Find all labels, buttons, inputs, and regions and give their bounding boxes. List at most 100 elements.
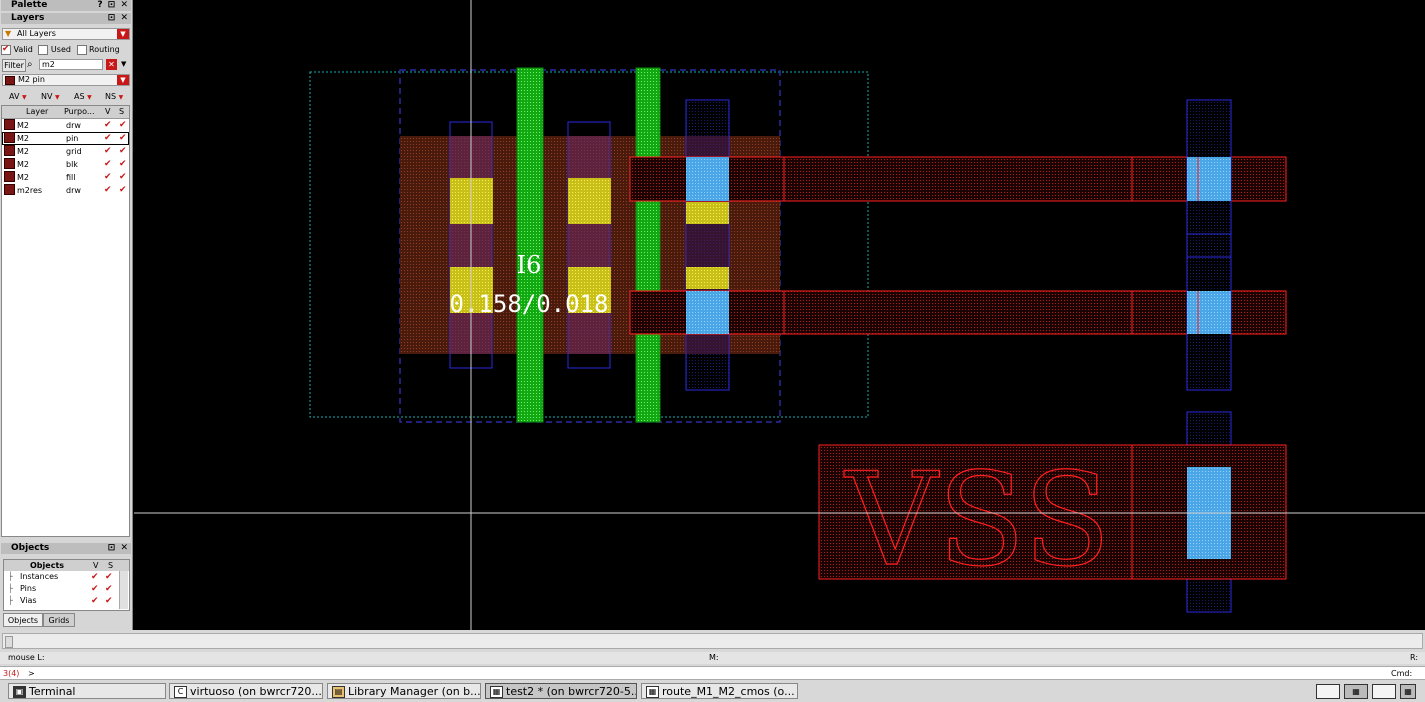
nv-toggle[interactable]: NV ▼ <box>41 90 60 104</box>
valid-label: Valid <box>13 45 33 54</box>
valid-checkbox[interactable] <box>1 43 11 56</box>
ns-toggle[interactable]: NS ▼ <box>105 90 123 104</box>
taskbar-test2[interactable]: ▦ test2 * (on bwrcr720-5... <box>485 683 637 699</box>
tab-grids[interactable]: Grids <box>43 613 75 627</box>
objects-scrollbar[interactable] <box>119 571 128 609</box>
table-row[interactable]: M2 pin ✔ ✔ <box>2 132 129 145</box>
visible-check-icon[interactable]: ✔ <box>91 595 99 607</box>
objects-table-header: Objects V S <box>4 560 129 571</box>
layer-name: M2 <box>17 160 29 169</box>
m1-stripe-fill <box>568 136 610 354</box>
layer-purpose: drw <box>66 186 81 195</box>
visible-check-icon[interactable]: ✔ <box>104 184 112 197</box>
workspace-4-icon[interactable]: ▦ <box>1400 684 1416 699</box>
selectable-check-icon[interactable]: ✔ <box>119 119 127 132</box>
chevron-down-icon[interactable]: ▼ <box>117 75 129 85</box>
layer-scope-value: All Layers <box>17 29 56 38</box>
column-selectable[interactable]: S <box>119 106 124 118</box>
workspace-1-icon[interactable] <box>1316 684 1340 699</box>
filter-funnel-icon: ▼ <box>5 29 12 38</box>
horizontal-scrollbar[interactable] <box>2 633 1423 649</box>
layer-name: M2 <box>17 134 29 143</box>
list-item[interactable]: ├ Pins ✔ ✔ <box>4 583 129 595</box>
mouse-left-status: mouse L: <box>8 653 45 662</box>
objects-panel: Objects ⊡ ✕ Objects V S ├ Instances ✔ ✔ … <box>1 543 131 629</box>
column-visible: V <box>93 561 99 570</box>
visible-check-icon[interactable]: ✔ <box>104 119 112 132</box>
command-prompt-bar[interactable]: 3(4) > Cmd: <box>0 666 1425 680</box>
av-toggle[interactable]: AV ▼ <box>9 90 27 104</box>
layer-swatch-icon <box>4 132 15 143</box>
list-item[interactable]: ├ Vias ✔ ✔ <box>4 595 129 607</box>
clear-search-icon[interactable]: ✕ <box>106 59 117 70</box>
palette-window-buttons[interactable]: ? ⊡ ✕ <box>97 0 129 11</box>
visible-check-icon[interactable]: ✔ <box>91 571 99 583</box>
workspace-2-icon[interactable]: ▦ <box>1344 684 1368 699</box>
layer-swatch-icon <box>4 184 15 195</box>
object-type-label: Instances <box>20 572 59 581</box>
used-checkbox[interactable] <box>38 44 49 55</box>
layer-name: M2 <box>17 121 29 130</box>
visibility-toggle-row: AV ▼ NV ▼ AS ▼ NS ▼ <box>1 90 131 103</box>
layer-table-header: Layer Purpo... V S <box>2 106 129 119</box>
selectable-check-icon[interactable]: ✔ <box>105 595 113 607</box>
list-item[interactable]: ├ Instances ✔ ✔ <box>4 571 129 583</box>
objects-window-buttons[interactable]: ⊡ ✕ <box>108 543 129 554</box>
layout-canvas[interactable]: I6 0.158/0.018 VSS <box>134 0 1425 630</box>
search-options-chevron-icon[interactable]: ▼ <box>121 58 126 71</box>
tab-objects[interactable]: Objects <box>3 613 43 627</box>
objects-titlebar: Objects ⊡ ✕ <box>1 543 131 554</box>
selectable-check-icon[interactable]: ✔ <box>105 571 113 583</box>
table-row[interactable]: M2 drw ✔ ✔ <box>2 119 129 132</box>
workspace-3-icon[interactable] <box>1372 684 1396 699</box>
layers-titlebar: Layers ⊡ ✕ <box>1 13 131 24</box>
taskbar-terminal[interactable]: ▣ Terminal <box>8 683 166 699</box>
column-visible[interactable]: V <box>105 106 110 118</box>
table-row[interactable]: M2 fill ✔ ✔ <box>2 171 129 184</box>
visible-check-icon[interactable]: ✔ <box>104 145 112 158</box>
as-toggle[interactable]: AS ▼ <box>74 90 92 104</box>
column-layer[interactable]: Layer <box>26 106 48 118</box>
taskbar-library-manager[interactable]: ▤ Library Manager (on b... <box>327 683 481 699</box>
selectable-check-icon[interactable]: ✔ <box>119 132 127 145</box>
bottom-area: mouse L: M: R: 3(4) > Cmd: ▣ Terminal C … <box>0 630 1425 702</box>
poly-gate <box>516 67 544 423</box>
palette-title: Palette <box>11 0 48 10</box>
current-layer-select[interactable]: M2 pin ▼ <box>2 74 130 86</box>
taskbar-virtuoso[interactable]: C virtuoso (on bwrcr720... <box>169 683 323 699</box>
layers-window-buttons[interactable]: ⊡ ✕ <box>108 13 129 24</box>
visible-check-icon[interactable]: ✔ <box>104 132 112 145</box>
layer-swatch-icon <box>4 145 15 156</box>
selectable-check-icon[interactable]: ✔ <box>119 171 127 184</box>
contact <box>568 178 611 224</box>
routing-checkbox[interactable] <box>76 44 87 55</box>
visible-check-icon[interactable]: ✔ <box>104 158 112 171</box>
prompt-symbol: > <box>28 669 35 678</box>
layer-swatch-icon <box>4 171 15 182</box>
cmd-label: Cmd: <box>1391 669 1413 678</box>
table-row[interactable]: m2res drw ✔ ✔ <box>2 184 129 197</box>
via <box>1187 157 1231 201</box>
visible-check-icon[interactable]: ✔ <box>91 583 99 595</box>
mouse-middle-status: M: <box>709 653 719 662</box>
chevron-down-icon[interactable]: ▼ <box>117 29 129 39</box>
table-row[interactable]: M2 grid ✔ ✔ <box>2 145 129 158</box>
via <box>1187 291 1231 334</box>
layer-search-input[interactable] <box>39 59 103 70</box>
selectable-check-icon[interactable]: ✔ <box>119 158 127 171</box>
layer-scope-select[interactable]: ▼ All Layers ▼ <box>2 28 130 40</box>
visible-check-icon[interactable]: ✔ <box>104 171 112 184</box>
instance-name-label: I6 <box>517 251 542 279</box>
selectable-check-icon[interactable]: ✔ <box>105 583 113 595</box>
selectable-check-icon[interactable]: ✔ <box>119 145 127 158</box>
layer-table: Layer Purpo... V S M2 drw ✔ ✔ M2 pin ✔ ✔… <box>1 105 130 537</box>
filter-button[interactable]: Filter <box>2 59 26 72</box>
selectable-check-icon[interactable]: ✔ <box>119 184 127 197</box>
column-objects: Objects <box>30 561 65 570</box>
table-row[interactable]: M2 blk ✔ ✔ <box>2 158 129 171</box>
mouse-right-status: R: <box>1410 653 1419 662</box>
column-purpose[interactable]: Purpo... <box>64 106 95 118</box>
taskbar-route-m1-m2-cmos[interactable]: ▦ route_M1_M2_cmos (o... <box>641 683 798 699</box>
objects-table: Objects V S ├ Instances ✔ ✔ ├ Pins ✔ ✔ ├… <box>3 559 130 611</box>
layer-name: M2 <box>17 147 29 156</box>
